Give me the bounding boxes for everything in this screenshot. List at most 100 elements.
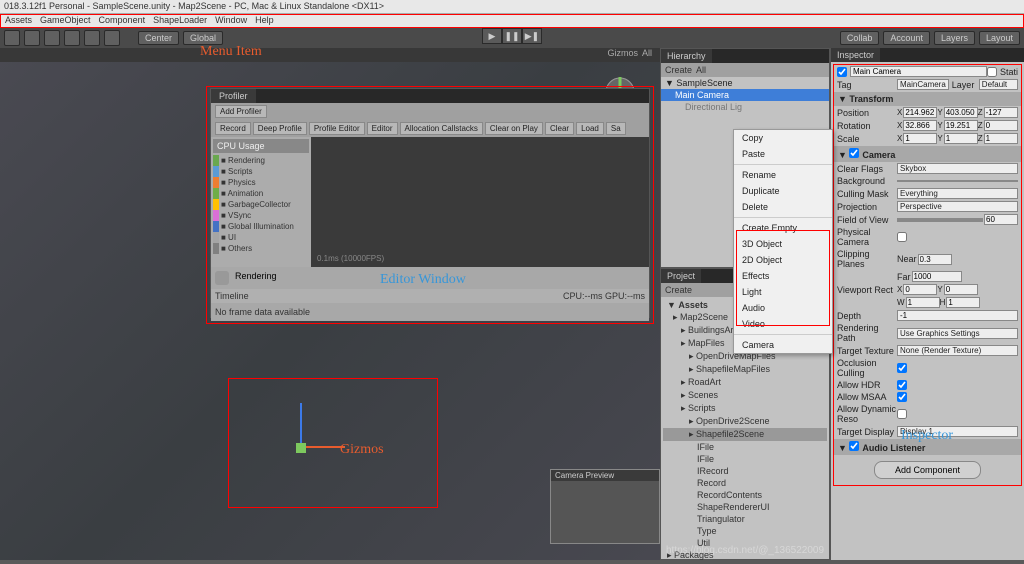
gizmos-dropdown[interactable]: Gizmos <box>607 48 638 62</box>
pos-y[interactable] <box>944 107 978 118</box>
vp-x[interactable] <box>903 284 937 295</box>
menu-component[interactable]: Component <box>99 15 146 27</box>
proj-roadart[interactable]: ▸ RoadArt <box>663 376 827 389</box>
go-active-checkbox[interactable] <box>837 67 847 77</box>
proj-triangulator[interactable]: Triangulator <box>663 513 827 525</box>
bg-color-field[interactable] <box>897 180 1018 182</box>
global-button[interactable]: Global <box>183 31 223 45</box>
scale-z[interactable] <box>984 133 1018 144</box>
hierarchy-tab[interactable]: Hierarchy <box>661 49 712 63</box>
ctx-camera[interactable]: Camera <box>734 337 832 353</box>
proj-ifile[interactable]: IFile <box>663 453 827 465</box>
rotate-tool-icon[interactable] <box>44 30 60 46</box>
collab-button[interactable]: Collab <box>840 31 880 45</box>
rot-z[interactable] <box>984 120 1018 131</box>
redbox-gizmos <box>228 378 438 508</box>
layer-dropdown[interactable]: Default <box>979 79 1018 90</box>
vp-w[interactable] <box>906 297 940 308</box>
hdr-checkbox[interactable] <box>897 380 907 390</box>
account-button[interactable]: Account <box>883 31 930 45</box>
scene-view[interactable]: Gizmos All Persp Profiler Add Profiler R… <box>0 48 660 560</box>
proj-shapefilemapfiles[interactable]: ▸ ShapefileMapFiles <box>663 363 827 376</box>
fov-slider[interactable] <box>897 218 983 222</box>
projection-dropdown[interactable]: Perspective <box>897 201 1018 212</box>
scene-row[interactable]: ▼ SampleScene <box>661 77 829 89</box>
create-dropdown[interactable]: Create <box>665 65 692 75</box>
scale-y[interactable] <box>944 133 978 144</box>
redbox-editor <box>206 86 654 324</box>
proj-ifile[interactable]: IFile <box>663 441 827 453</box>
inspector-tab[interactable]: Inspector <box>831 48 880 62</box>
dynres-checkbox[interactable] <box>897 409 907 419</box>
ctx-rename[interactable]: Rename <box>734 167 832 183</box>
camera-section[interactable]: ▼ Camera <box>834 146 1021 162</box>
occ-checkbox[interactable] <box>897 363 907 373</box>
fov-field[interactable] <box>984 214 1018 225</box>
hierarchy-panel: Hierarchy Create All ▼ SampleScene Main C… <box>660 48 830 268</box>
phys-cam-checkbox[interactable] <box>897 232 907 242</box>
transform-tool-icon[interactable] <box>104 30 120 46</box>
move-tool-icon[interactable] <box>24 30 40 46</box>
proj-scripts[interactable]: ▸ Scripts <box>663 402 827 415</box>
menu-help[interactable]: Help <box>255 15 274 27</box>
static-checkbox[interactable] <box>987 67 997 77</box>
pause-button[interactable]: ❚❚ <box>502 28 522 44</box>
tag-dropdown[interactable]: MainCamera <box>897 79 949 90</box>
scene-toolbar: Gizmos All <box>0 48 660 62</box>
step-button[interactable]: ▶❚ <box>522 28 542 44</box>
target-tex-field[interactable]: None (Render Texture) <box>897 345 1018 356</box>
transform-section[interactable]: ▼ Transform <box>834 92 1021 106</box>
depth-field[interactable] <box>897 310 1018 321</box>
add-component-button[interactable]: Add Component <box>874 461 981 479</box>
hand-tool-icon[interactable] <box>4 30 20 46</box>
annot-menu: Menu Item <box>200 44 262 60</box>
pos-z[interactable] <box>984 107 1018 118</box>
scale-x[interactable] <box>903 133 937 144</box>
rot-x[interactable] <box>903 120 937 131</box>
project-create[interactable]: Create <box>665 285 692 295</box>
proj-shaperendererui[interactable]: ShapeRendererUI <box>663 501 827 513</box>
layers-button[interactable]: Layers <box>934 31 975 45</box>
rot-y[interactable] <box>944 120 978 131</box>
menu-assets[interactable]: Assets <box>5 15 32 27</box>
menu-shapeloader[interactable]: ShapeLoader <box>153 15 207 27</box>
directional-light-row[interactable]: Directional Lig <box>661 101 829 113</box>
rect-tool-icon[interactable] <box>84 30 100 46</box>
playback-controls: ▶❚❚▶❚ <box>482 28 542 44</box>
center-button[interactable]: Center <box>138 31 179 45</box>
layout-button[interactable]: Layout <box>979 31 1020 45</box>
ctx-copy[interactable]: Copy <box>734 130 832 146</box>
ctx-delete[interactable]: Delete <box>734 199 832 215</box>
msaa-checkbox[interactable] <box>897 392 907 402</box>
main-camera-row[interactable]: Main Camera <box>661 89 829 101</box>
scale-tool-icon[interactable] <box>64 30 80 46</box>
proj-opendrive2scene[interactable]: ▸ OpenDrive2Scene <box>663 415 827 428</box>
proj-irecord[interactable]: IRecord <box>663 465 827 477</box>
menu-window[interactable]: Window <box>215 15 247 27</box>
play-button[interactable]: ▶ <box>482 28 502 44</box>
render-path-dropdown[interactable]: Use Graphics Settings <box>897 328 1018 339</box>
go-name-field[interactable] <box>850 66 987 77</box>
all-search[interactable]: All <box>642 48 652 62</box>
culling-dropdown[interactable]: Everything <box>897 188 1018 199</box>
project-tab[interactable]: Project <box>661 269 701 283</box>
ctx-duplicate[interactable]: Duplicate <box>734 183 832 199</box>
far-field[interactable] <box>912 271 962 282</box>
hierarchy-search[interactable]: All <box>696 65 706 75</box>
vp-h[interactable] <box>946 297 980 308</box>
annot-gizmos: Gizmos <box>340 442 384 458</box>
title-bar: 018.3.12f1 Personal - SampleScene.unity … <box>0 0 1024 14</box>
proj-type[interactable]: Type <box>663 525 827 537</box>
clear-flags-dropdown[interactable]: Skybox <box>897 163 1018 174</box>
proj-record[interactable]: Record <box>663 477 827 489</box>
near-field[interactable] <box>918 254 952 265</box>
proj-shapefile2scene[interactable]: ▸ Shapefile2Scene <box>663 428 827 441</box>
menu-bar: Assets GameObject Component ShapeLoader Wind… <box>0 14 1024 28</box>
proj-recordcontents[interactable]: RecordContents <box>663 489 827 501</box>
vp-y[interactable] <box>944 284 978 295</box>
proj-scenes[interactable]: ▸ Scenes <box>663 389 827 402</box>
ctx-paste[interactable]: Paste <box>734 146 832 162</box>
inspector-panel: Inspector Stati TagMainCameraLayerDefaul… <box>830 48 1024 560</box>
pos-x[interactable] <box>903 107 937 118</box>
menu-gameobject[interactable]: GameObject <box>40 15 91 27</box>
